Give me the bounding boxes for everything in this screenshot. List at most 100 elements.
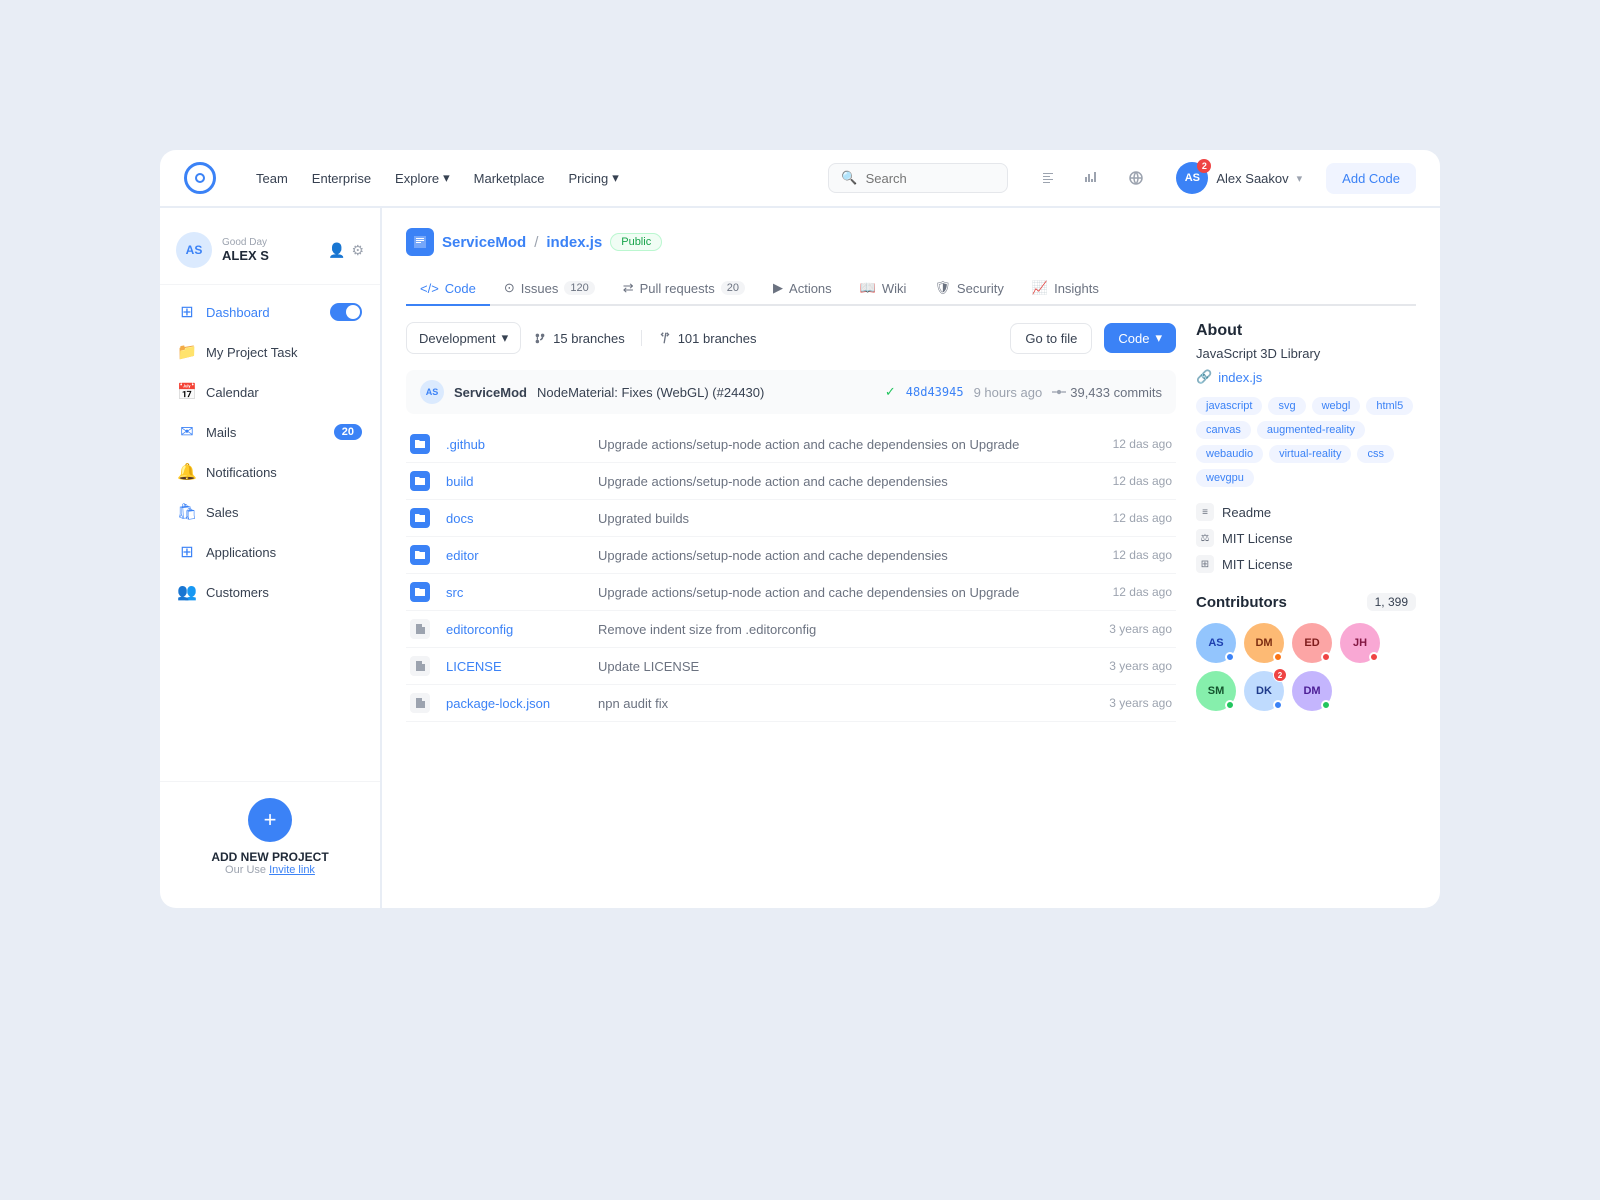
status-dot [1273, 652, 1283, 662]
file-message: Upgrated builds [598, 511, 1060, 526]
sidebar-item-calendar[interactable]: 📅 Calendar [168, 373, 372, 411]
analytics-icon[interactable] [1076, 162, 1108, 194]
nav-explore[interactable]: Explore ▾ [387, 164, 458, 192]
file-name[interactable]: .github [446, 437, 586, 452]
repo-file-link[interactable]: index.js [546, 234, 602, 251]
tag-item[interactable]: augmented-reality [1257, 421, 1365, 439]
tab-pull-requests[interactable]: ⇄ Pull requests 20 [609, 272, 759, 306]
folder-icon [410, 434, 430, 454]
add-project-title: ADD NEW PROJECT [176, 850, 364, 864]
nav-marketplace[interactable]: Marketplace [466, 165, 553, 192]
add-new-project-button[interactable]: + [248, 798, 292, 842]
sidebar: AS Good Day ALEX S 👤 ⚙ ⊞ Dashboard 📁 [160, 208, 380, 908]
about-link[interactable]: 🔗 index.js [1196, 369, 1416, 385]
search-input[interactable] [866, 171, 996, 186]
sidebar-item-dashboard[interactable]: ⊞ Dashboard [168, 293, 372, 331]
contributor-avatar[interactable]: DM [1292, 671, 1332, 711]
file-row[interactable]: editorconfigRemove indent size from .edi… [406, 611, 1176, 648]
file-row[interactable]: package-lock.jsonnpn audit fix3 years ag… [406, 685, 1176, 722]
file-name[interactable]: editorconfig [446, 622, 586, 637]
tag-item[interactable]: webgl [1312, 397, 1361, 415]
file-row[interactable]: docsUpgrated builds12 das ago [406, 500, 1176, 537]
status-dot [1225, 700, 1235, 710]
repo-header: ServiceMod / index.js Public [406, 228, 1416, 256]
contributor-avatar[interactable]: SM [1196, 671, 1236, 711]
file-row[interactable]: buildUpgrade actions/setup-node action a… [406, 463, 1176, 500]
chevron-down-icon: ▾ [502, 330, 509, 346]
branch-count-15[interactable]: 15 branches [533, 331, 625, 346]
file-row[interactable]: editorUpgrade actions/setup-node action … [406, 537, 1176, 574]
file-message: Upgrade actions/setup-node action and ca… [598, 585, 1060, 600]
file-name[interactable]: LICENSE [446, 659, 586, 674]
settings-icon[interactable]: ⚙ [351, 242, 364, 259]
chevron-down-icon: ▾ [1155, 330, 1162, 346]
code-button[interactable]: Code ▾ [1104, 323, 1176, 353]
file-name[interactable]: docs [446, 511, 586, 526]
sidebar-username: ALEX S [222, 248, 269, 263]
chevron-down-icon: ▾ [612, 170, 619, 186]
tag-item[interactable]: html5 [1366, 397, 1413, 415]
commit-time: 9 hours ago [974, 385, 1043, 400]
file-name[interactable]: build [446, 474, 586, 489]
license-meta-1[interactable]: ⚖ MIT License [1196, 529, 1416, 547]
file-name[interactable]: package-lock.json [446, 696, 586, 711]
tag-item[interactable]: virtual-reality [1269, 445, 1351, 463]
tag-item[interactable]: webaudio [1196, 445, 1263, 463]
tab-security[interactable]: 🛡 Security [920, 272, 1017, 306]
gist-icon[interactable] [1032, 162, 1064, 194]
contributor-avatar[interactable]: JH [1340, 623, 1380, 663]
sidebar-nav: ⊞ Dashboard 📁 My Project Task 📅 Calendar… [160, 293, 380, 773]
tab-wiki[interactable]: 📖 Wiki [846, 272, 921, 306]
sidebar-item-label: Dashboard [206, 305, 320, 320]
nav-pricing[interactable]: Pricing ▾ [560, 164, 626, 192]
file-row[interactable]: src Upgrade actions/setup-node action and… [406, 574, 1176, 611]
file-row[interactable]: LICENSEUpdate LICENSE3 years ago [406, 648, 1176, 685]
status-dot [1225, 652, 1235, 662]
file-row[interactable]: .githubUpgrade actions/setup-node action… [406, 426, 1176, 463]
contributor-avatar[interactable]: AS [1196, 623, 1236, 663]
tab-actions[interactable]: ▶ Actions [759, 272, 846, 306]
tag-item[interactable]: javascript [1196, 397, 1262, 415]
chevron-down-icon: ▾ [443, 170, 450, 186]
sidebar-item-label: My Project Task [206, 345, 362, 360]
app-logo[interactable] [184, 162, 216, 194]
contributor-avatar[interactable]: DK2 [1244, 671, 1284, 711]
tag-item[interactable]: wevgpu [1196, 469, 1254, 487]
user-menu[interactable]: AS 2 Alex Saakov ▾ [1176, 162, 1302, 194]
about-description: JavaScript 3D Library [1196, 346, 1416, 361]
branch-selector[interactable]: Development ▾ [406, 322, 521, 354]
repo-name-link[interactable]: ServiceMod [442, 234, 526, 251]
sidebar-item-customers[interactable]: 👥 Customers [168, 573, 372, 611]
file-icon [410, 656, 430, 676]
contributor-avatar[interactable]: DM [1244, 623, 1284, 663]
file-name[interactable]: src [446, 585, 586, 600]
license-meta-2[interactable]: ⊞ MIT License [1196, 555, 1416, 573]
commit-bar: AS ServiceMod NodeMaterial: Fixes (WebGL… [406, 370, 1176, 414]
dashboard-toggle[interactable] [330, 303, 362, 321]
nav-team[interactable]: Team [248, 165, 296, 192]
contributor-avatar[interactable]: ED [1292, 623, 1332, 663]
tab-issues[interactable]: ⊙ Issues 120 [490, 272, 609, 306]
tag-item[interactable]: css [1357, 445, 1394, 463]
add-code-button[interactable]: Add Code [1326, 163, 1416, 194]
file-name[interactable]: editor [446, 548, 586, 563]
tag-item[interactable]: svg [1268, 397, 1305, 415]
branch-count-101[interactable]: 101 branches [658, 331, 757, 346]
nav-enterprise[interactable]: Enterprise [304, 165, 379, 192]
sidebar-item-sales[interactable]: 🛍 Sales [168, 493, 372, 531]
sidebar-item-applications[interactable]: ⊞ Applications [168, 533, 372, 571]
sidebar-item-notifications[interactable]: 🔔 Notifications [168, 453, 372, 491]
tag-item[interactable]: canvas [1196, 421, 1251, 439]
user-profile-icon[interactable]: 👤 [328, 242, 345, 259]
sidebar-item-my-project-task[interactable]: 📁 My Project Task [168, 333, 372, 371]
readme-meta[interactable]: ≡ Readme [1196, 503, 1416, 521]
sidebar-avatar: AS [176, 232, 212, 268]
sidebar-item-mails[interactable]: ✉ Mails 20 [168, 413, 372, 451]
tab-insights[interactable]: 📈 Insights [1018, 272, 1113, 306]
search-bar[interactable]: 🔍 [828, 163, 1008, 193]
goto-file-button[interactable]: Go to file [1010, 323, 1092, 354]
tab-code[interactable]: </> Code [406, 273, 490, 306]
commit-hash[interactable]: 48d43945 [906, 385, 964, 399]
globe-icon[interactable] [1120, 162, 1152, 194]
invite-link[interactable]: Invite link [269, 864, 315, 876]
